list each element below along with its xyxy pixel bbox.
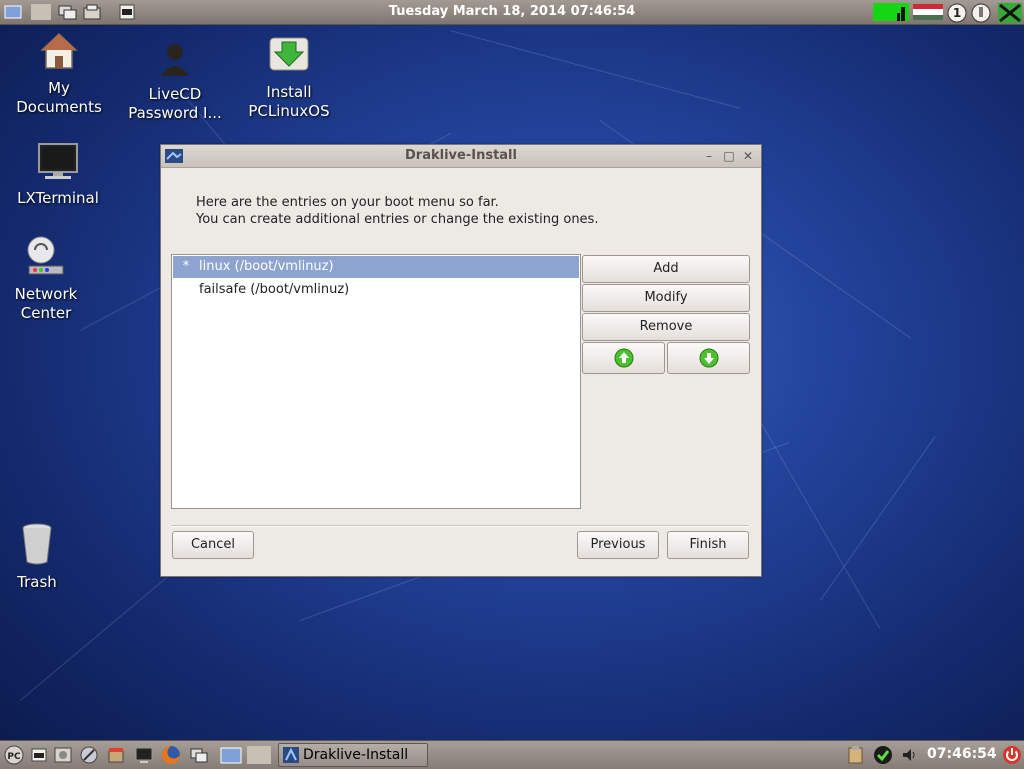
default-mark: * xyxy=(182,259,190,274)
volume-icon[interactable] xyxy=(899,745,919,765)
intro-line-1: Here are the entries on your boot menu s… xyxy=(196,195,499,210)
bottom-panel: PC Draklive-Install 07:46:54 xyxy=(0,740,1024,769)
trash-icon xyxy=(0,522,92,571)
desktop-icon-label: Install PCLinuxOS xyxy=(248,83,330,120)
remove-button[interactable]: Remove xyxy=(582,313,750,341)
workspace-blue-button[interactable] xyxy=(219,745,243,765)
workspace-grey-button[interactable] xyxy=(246,745,272,765)
draklive-app-icon xyxy=(283,747,299,763)
svg-text:1: 1 xyxy=(953,6,961,20)
home-folder-icon xyxy=(4,30,114,77)
bottom-clock: 07:46:54 xyxy=(927,746,997,762)
file-manager-icon[interactable] xyxy=(82,3,104,21)
terminal-icon xyxy=(3,142,113,187)
terminal-icon[interactable] xyxy=(134,745,154,765)
minimize-icon[interactable]: – xyxy=(701,148,717,164)
desktop-icon-label: My Documents xyxy=(16,79,102,116)
desktop-icon-label: LXTerminal xyxy=(17,189,99,207)
top-clock: Tuesday March 18, 2014 07:46:54 xyxy=(388,4,636,19)
show-windows-icon[interactable] xyxy=(57,3,79,21)
intro-line-2: You can create additional entries or cha… xyxy=(196,212,599,227)
network-status-icon[interactable] xyxy=(971,3,993,23)
package-manager-icon[interactable] xyxy=(106,745,126,765)
taskbar-item-draklive-install[interactable]: Draklive-Install xyxy=(278,743,428,767)
close-icon[interactable]: ✕ xyxy=(740,148,756,164)
list-item[interactable]: failsafe (/boot/vmlinuz) xyxy=(173,279,579,301)
update-checkmark-icon[interactable] xyxy=(873,745,893,765)
desktop-icon-livecd-password[interactable]: LiveCD Password I... xyxy=(120,40,230,123)
taskbar-item-label: Draklive-Install xyxy=(303,747,409,763)
window-titlebar[interactable]: Draklive-Install – □ ✕ xyxy=(161,145,761,168)
desktop-icon-my-documents[interactable]: My Documents xyxy=(4,30,114,117)
previous-button[interactable]: Previous xyxy=(577,531,659,559)
xfree-icon[interactable] xyxy=(998,3,1022,23)
pc-menu-icon[interactable]: PC xyxy=(2,745,26,765)
workspace-1-icon[interactable]: 1 xyxy=(947,3,969,23)
workspace-grey-button[interactable] xyxy=(30,3,52,21)
arrow-up-icon xyxy=(614,348,633,368)
intro-text: Here are the entries on your boot menu s… xyxy=(196,194,598,228)
power-icon[interactable] xyxy=(1002,745,1022,765)
system-settings-icon[interactable] xyxy=(53,745,73,765)
arrow-down-icon xyxy=(699,348,718,368)
desktop-icon-lxterminal[interactable]: LXTerminal xyxy=(3,142,113,208)
list-item[interactable]: * linux (/boot/vmlinuz) xyxy=(173,256,579,278)
eject-icon[interactable] xyxy=(117,3,139,21)
user-icon xyxy=(120,40,230,83)
desktop-icon-label: Network Center xyxy=(14,285,78,322)
add-button[interactable]: Add xyxy=(582,255,750,283)
workspace-blue-button[interactable] xyxy=(3,3,25,21)
desktop-icon-label: LiveCD Password I... xyxy=(128,85,222,122)
desktop-icon-install-pclinuxos[interactable]: Install PCLinuxOS xyxy=(234,34,344,121)
window-title: Draklive-Install xyxy=(405,148,517,163)
cancel-button[interactable]: Cancel xyxy=(172,531,254,559)
desktop-icon-label: Trash xyxy=(17,573,57,591)
move-down-button[interactable] xyxy=(667,342,750,374)
hungary-flag-icon[interactable] xyxy=(913,3,943,21)
svg-text:PC: PC xyxy=(7,752,21,762)
install-icon xyxy=(234,34,344,81)
show-windows-icon[interactable] xyxy=(189,745,209,765)
desktop-icon-trash[interactable]: Trash xyxy=(0,522,92,592)
firefox-icon[interactable] xyxy=(161,745,181,765)
show-desktop-icon[interactable] xyxy=(29,745,49,765)
tools-icon[interactable] xyxy=(79,745,99,765)
entry-label: failsafe (/boot/vmlinuz) xyxy=(199,282,350,297)
network-center-icon xyxy=(0,234,101,283)
desktop-icon-network-center[interactable]: Network Center xyxy=(0,234,101,323)
modify-button[interactable]: Modify xyxy=(582,284,750,312)
finish-button[interactable]: Finish xyxy=(667,531,749,559)
entry-label: linux (/boot/vmlinuz) xyxy=(199,259,334,274)
separator xyxy=(171,525,749,527)
cpu-monitor-icon xyxy=(873,3,909,21)
clipboard-icon[interactable] xyxy=(846,745,866,765)
maximize-icon[interactable]: □ xyxy=(721,148,737,164)
boot-entries-list[interactable]: * linux (/boot/vmlinuz) failsafe (/boot/v… xyxy=(171,254,581,509)
top-panel: Tuesday March 18, 2014 07:46:54 1 xyxy=(0,0,1024,25)
move-up-button[interactable] xyxy=(582,342,665,374)
draklive-install-window: Draklive-Install – □ ✕ Here are the entr… xyxy=(160,144,762,577)
